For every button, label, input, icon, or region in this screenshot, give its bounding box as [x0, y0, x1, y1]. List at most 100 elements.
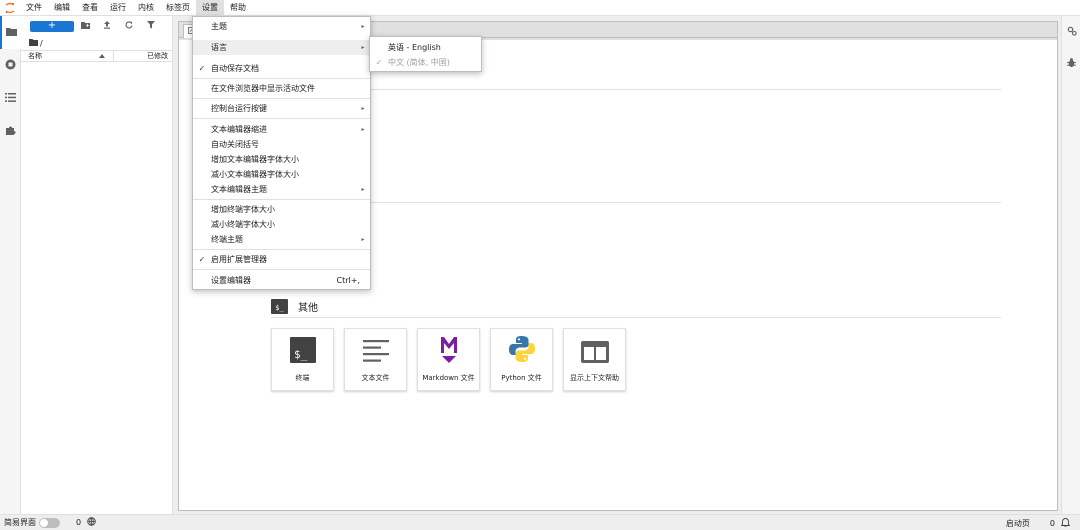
- menu-item-editor-theme[interactable]: 文本编辑器主题 ▸: [193, 182, 370, 197]
- menu-item-label: 设置编辑器: [211, 276, 251, 285]
- menu-item-terminal-theme[interactable]: 终端主题 ▸: [193, 232, 370, 247]
- menu-item-label: 文本编辑器缩进: [211, 125, 267, 134]
- language-option-english[interactable]: 英语 - English: [370, 40, 481, 55]
- svg-text:$_: $_: [294, 348, 308, 361]
- filter-icon: [147, 21, 155, 31]
- launcher-cards: $_ 终端 文本文件 Markdown 文件 Python 文件 显示上下文帮助: [271, 328, 626, 391]
- menu-separator: [193, 118, 370, 119]
- new-folder-icon: [80, 21, 90, 31]
- menu-kernel[interactable]: 内核: [132, 0, 160, 16]
- refresh-icon: [125, 21, 133, 31]
- stop-circle-icon: [5, 59, 16, 72]
- menu-separator: [193, 199, 370, 200]
- menu-item-editor-font-increase[interactable]: 增加文本编辑器字体大小: [193, 152, 370, 167]
- submenu-arrow-icon: ▸: [361, 105, 365, 112]
- settings-dropdown-menu: 主题 ▸ 语言 ▸ ✓ 自动保存文档 在文件浏览器中显示活动文件 控制台运行按键…: [192, 16, 371, 290]
- menu-item-label: 启用扩展管理器: [211, 255, 267, 264]
- sort-ascending-icon: [99, 52, 105, 60]
- terminal-section-icon: $_: [271, 299, 288, 314]
- running-sessions-tab[interactable]: [0, 49, 21, 82]
- menu-separator: [193, 78, 370, 79]
- menu-run[interactable]: 运行: [104, 0, 132, 16]
- menu-tabs[interactable]: 标签页: [160, 0, 196, 16]
- extension-manager-tab[interactable]: [0, 115, 21, 148]
- menu-settings[interactable]: 设置: [196, 0, 224, 16]
- python-icon: [508, 335, 536, 365]
- refresh-button[interactable]: [118, 18, 140, 34]
- menu-item-terminal-font-increase[interactable]: 增加终端字体大小: [193, 202, 370, 217]
- breadcrumb: /: [21, 36, 172, 50]
- menu-item-label: 增加文本编辑器字体大小: [211, 155, 299, 164]
- launcher-card-python[interactable]: Python 文件: [490, 328, 553, 391]
- file-browser-tab[interactable]: [0, 16, 21, 49]
- menu-item-show-active-file[interactable]: 在文件浏览器中显示活动文件: [193, 81, 370, 96]
- terminal-icon: $_: [289, 337, 316, 365]
- menu-item-console-run-keys[interactable]: 控制台运行按键 ▸: [193, 101, 370, 116]
- kernel-count[interactable]: 0: [76, 518, 81, 527]
- language-submenu: 英语 - English ✓ 中文 (简体, 中国): [369, 36, 482, 72]
- checkmark-icon: ✓: [375, 58, 383, 67]
- section-divider: [271, 317, 1001, 318]
- menu-item-label: 减小终端字体大小: [211, 220, 275, 229]
- launcher-card-terminal[interactable]: $_ 终端: [271, 328, 334, 391]
- menu-item-editor-font-decrease[interactable]: 减小文本编辑器字体大小: [193, 167, 370, 182]
- filter-button[interactable]: [140, 18, 162, 34]
- menu-item-label: 减小文本编辑器字体大小: [211, 170, 299, 179]
- folder-icon: [6, 27, 17, 38]
- menu-item-auto-close-brackets[interactable]: 自动关闭括号: [193, 137, 370, 152]
- context-help-icon: [580, 341, 609, 365]
- column-modified-header[interactable]: 已修改: [114, 51, 172, 61]
- language-option-label: 中文 (简体, 中国): [388, 58, 450, 67]
- left-activity-bar: [0, 16, 21, 514]
- menu-item-language[interactable]: 语言 ▸: [193, 40, 370, 55]
- bell-icon[interactable]: [1060, 517, 1071, 529]
- globe-icon[interactable]: [87, 517, 96, 528]
- menu-item-label: 自动保存文档: [211, 64, 259, 73]
- debugger-tab[interactable]: [1062, 48, 1080, 80]
- menu-separator: [193, 98, 370, 99]
- menu-item-terminal-font-decrease[interactable]: 减小终端字体大小: [193, 217, 370, 232]
- menu-item-label: 语言: [211, 43, 227, 52]
- submenu-arrow-icon: ▸: [361, 23, 365, 30]
- menu-edit[interactable]: 编辑: [48, 0, 76, 16]
- menu-item-extension-manager[interactable]: ✓ 启用扩展管理器: [193, 252, 370, 267]
- menu-item-label: 增加终端字体大小: [211, 205, 275, 214]
- launcher-card-text-file[interactable]: 文本文件: [344, 328, 407, 391]
- markdown-icon: [439, 335, 459, 365]
- file-browser-panel: + / 名称 已修改: [21, 16, 173, 514]
- jupyter-logo-icon: [0, 0, 20, 16]
- launcher-card-markdown[interactable]: Markdown 文件: [417, 328, 480, 391]
- section-divider: [271, 89, 1001, 90]
- upload-button[interactable]: [96, 18, 118, 34]
- table-of-contents-tab[interactable]: [0, 82, 21, 115]
- list-icon: [5, 93, 16, 104]
- menu-file[interactable]: 文件: [20, 0, 48, 16]
- menu-item-label: 控制台运行按键: [211, 104, 267, 113]
- new-launcher-button[interactable]: +: [30, 20, 74, 32]
- menu-item-editor-indent[interactable]: 文本编辑器缩进 ▸: [193, 122, 370, 137]
- home-folder-icon[interactable]: [29, 38, 38, 48]
- menu-help[interactable]: 帮助: [224, 0, 252, 16]
- property-inspector-tab[interactable]: [1062, 16, 1080, 48]
- launcher-card-context-help[interactable]: 显示上下文帮助: [563, 328, 626, 391]
- card-label: 文本文件: [361, 374, 390, 382]
- column-name-header[interactable]: 名称: [21, 50, 114, 62]
- text-file-icon: [362, 339, 389, 365]
- section-title-other: 其他: [298, 303, 318, 314]
- menu-item-label: 在文件浏览器中显示活动文件: [211, 84, 315, 93]
- new-folder-button[interactable]: [74, 18, 96, 34]
- menu-item-theme[interactable]: 主题 ▸: [193, 19, 370, 34]
- simple-mode-toggle[interactable]: [39, 517, 60, 528]
- notification-count[interactable]: 0: [1050, 519, 1055, 528]
- submenu-arrow-icon: ▸: [361, 186, 365, 193]
- card-label: Python 文件: [501, 374, 542, 382]
- upload-icon: [103, 21, 111, 31]
- card-label: 终端: [295, 374, 310, 382]
- menu-separator: [193, 249, 370, 250]
- menu-item-settings-editor[interactable]: 设置编辑器 Ctrl+,: [193, 273, 370, 288]
- menu-item-label: 文本编辑器主题: [211, 185, 267, 194]
- breadcrumb-root[interactable]: /: [40, 39, 43, 48]
- menu-item-autosave[interactable]: ✓ 自动保存文档: [193, 61, 370, 76]
- menu-view[interactable]: 查看: [76, 0, 104, 16]
- language-option-chinese: ✓ 中文 (简体, 中国): [370, 55, 481, 70]
